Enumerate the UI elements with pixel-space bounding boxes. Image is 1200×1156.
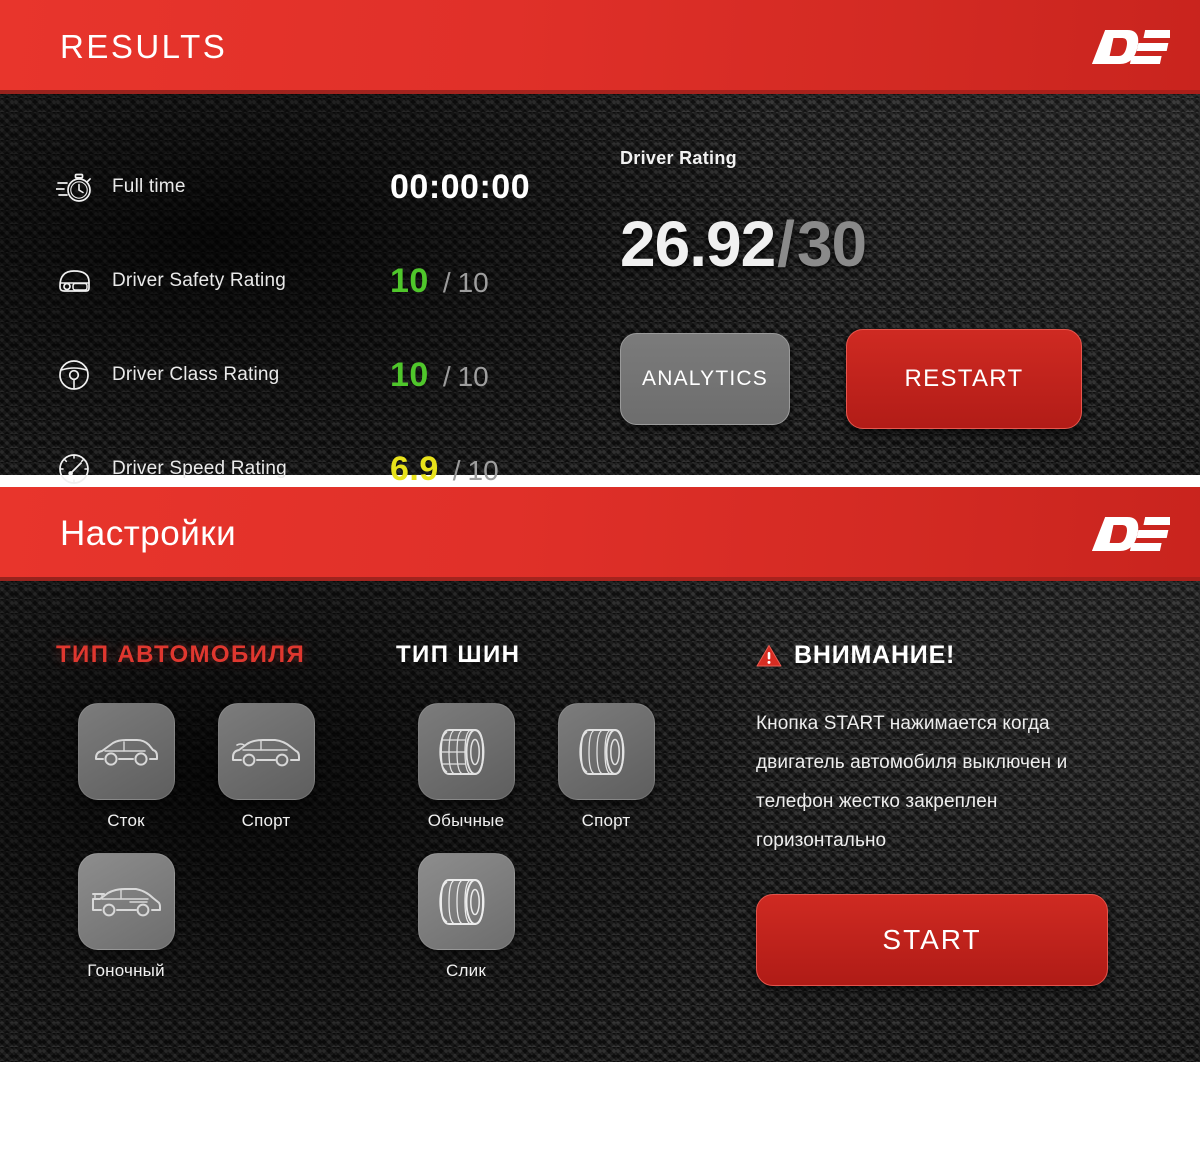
tyre-normal-icon — [439, 728, 485, 775]
warning-section: ВНИМАНИЕ! Кнопка START нажимается когда … — [756, 641, 1156, 1003]
race-car-icon — [92, 887, 161, 916]
driver-rating-label: Driver Rating — [620, 148, 737, 168]
page-title: RESULTS — [60, 28, 228, 65]
tyre-sport-icon — [579, 728, 625, 775]
stat-value: 10 / 10 — [390, 262, 600, 301]
speedometer-icon — [56, 451, 112, 487]
tyre-type-tile-sport[interactable] — [557, 703, 655, 800]
settings-header: Настройки — [0, 487, 1200, 581]
tyre-type-label: Слик — [446, 961, 486, 980]
stat-value-main: 00:00:00 — [390, 167, 531, 206]
tyre-type-title: ТИП ШИН — [396, 641, 521, 668]
stat-row: Full time 00:00:00 — [56, 140, 600, 234]
warning-title: ВНИМАНИЕ! — [794, 641, 956, 669]
warning-header: ВНИМАНИЕ! — [756, 641, 1156, 670]
results-header: RESULTS — [0, 0, 1200, 94]
car-type-tile-stock[interactable] — [77, 703, 175, 800]
car-type-tile-sport[interactable] — [217, 703, 315, 800]
stat-value-separator: / — [452, 454, 461, 486]
stat-value-max: 10 — [457, 360, 489, 392]
helmet-icon — [56, 265, 112, 297]
stat-label: Driver Safety Rating — [112, 270, 287, 291]
car-type-tile-race[interactable] — [77, 853, 175, 950]
settings-title: Настройки — [60, 514, 237, 553]
results-panel: RESULTS Full time 00:00:00 Driver Safety… — [0, 0, 1200, 488]
stat-row: Driver Safety Rating 10 / 10 — [56, 234, 600, 328]
tyre-type-tile-slick[interactable] — [417, 853, 515, 950]
settings-panel: Настройки ТИП АВТОМОБИЛЯ Сток Спорт Гоно… — [0, 487, 1200, 1062]
stat-value: 6.9 / 10 — [390, 450, 600, 489]
car-type-label: Гоночный — [87, 961, 165, 980]
stat-value: 10 / 10 — [390, 356, 600, 395]
restart-button[interactable]: RESTART — [846, 329, 1082, 429]
stat-value: 00:00:00 — [390, 168, 600, 207]
steering-wheel-icon — [56, 357, 112, 393]
car-type-option-sport: Спорт — [196, 703, 336, 831]
car-type-option-race: Гоночный — [56, 853, 196, 981]
tyre-type-tile-normal[interactable] — [417, 703, 515, 800]
tyre-type-label: Обычные — [427, 811, 505, 830]
tyre-type-section: ТИП ШИН Обычные Спорт Слик — [396, 641, 756, 1003]
warning-text: Кнопка START нажимается когда двигатель … — [756, 713, 1068, 851]
sedan-car-icon — [95, 738, 158, 766]
de-logo-icon — [1092, 30, 1170, 64]
stat-value-main: 10 — [390, 355, 429, 394]
tyre-type-option-normal: Обычные — [396, 703, 536, 831]
tyre-type-label: Спорт — [581, 811, 631, 830]
warning-triangle-icon — [756, 644, 782, 666]
results-actions: ANALYTICS RESTART — [620, 329, 1082, 429]
car-type-label: Спорт — [241, 811, 291, 830]
tyre-type-option-sport: Спорт — [536, 703, 676, 831]
car-type-options: Сток Спорт Гоночный — [56, 703, 396, 1003]
driver-rating-separator: / — [777, 208, 795, 280]
stat-value-main: 10 — [390, 261, 429, 300]
stat-value-separator: / — [442, 266, 451, 298]
sport-car-icon — [232, 738, 300, 766]
car-type-section: ТИП АВТОМОБИЛЯ Сток Спорт Гоночный — [56, 641, 396, 1003]
tyre-slick-icon — [439, 878, 485, 925]
car-type-option-stock: Сток — [56, 703, 196, 831]
de-logo-icon — [1092, 517, 1170, 551]
analytics-button[interactable]: ANALYTICS — [620, 333, 790, 425]
driver-rating-value: 26.92 / 30 — [620, 207, 1082, 281]
start-button[interactable]: START — [756, 894, 1108, 986]
stat-value-separator: / — [442, 360, 451, 392]
stat-label: Full time — [112, 176, 186, 197]
stat-label: Driver Speed Rating — [112, 458, 287, 479]
stat-label: Driver Class Rating — [112, 364, 280, 385]
stat-value-max: 10 — [457, 266, 489, 298]
car-type-title: ТИП АВТОМОБИЛЯ — [56, 641, 306, 668]
stat-value-main: 6.9 — [390, 449, 439, 488]
stopwatch-icon — [56, 170, 112, 204]
tyre-type-option-slick: Слик — [396, 853, 536, 981]
car-type-label: Сток — [107, 811, 145, 830]
stat-value-max: 10 — [467, 454, 499, 486]
tyre-type-options: Обычные Спорт Слик — [396, 703, 756, 1003]
driver-rating-total: 30 — [796, 208, 867, 280]
stat-row: Driver Class Rating 10 / 10 — [56, 328, 600, 422]
driver-rating-score: 26.92 — [620, 208, 776, 280]
